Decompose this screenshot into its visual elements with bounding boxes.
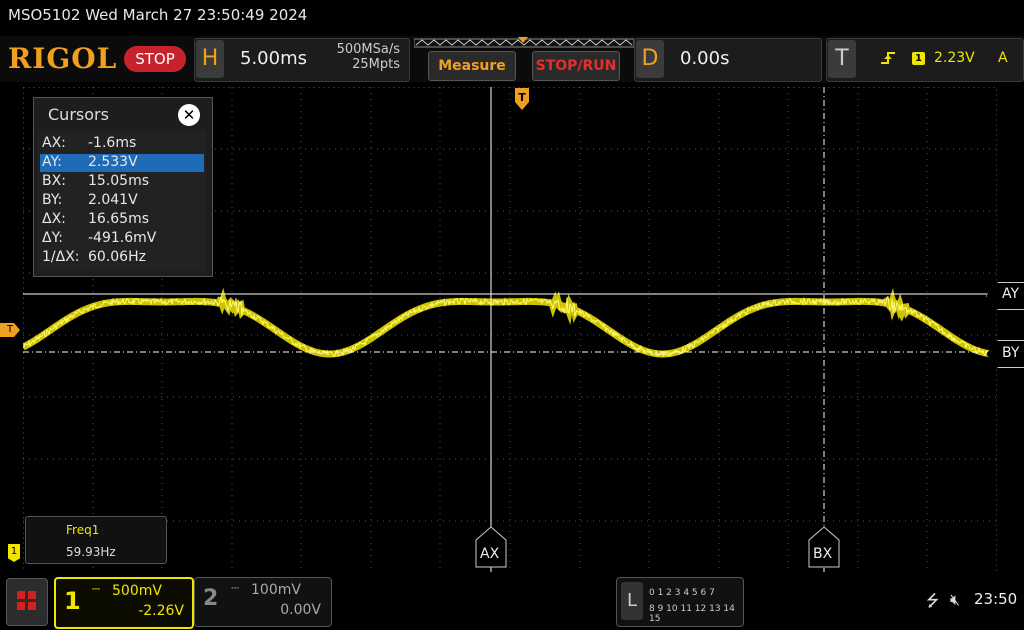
channel1-control[interactable]: 1 ⎓ 500mV -2.26V <box>54 577 194 629</box>
channel1-trace <box>23 287 997 358</box>
menu-grid-icon <box>17 591 36 610</box>
title-bar: MSO5102 Wed March 27 23:50:49 2024 <box>0 0 1024 34</box>
delay-value: 0.00s <box>680 48 730 69</box>
trigger-level-marker[interactable]: T <box>0 323 20 337</box>
cursor-ax-label: AX <box>480 546 500 562</box>
main-menu-button[interactable] <box>6 578 48 626</box>
device-title: MSO5102 Wed March 27 23:50:49 2024 <box>8 6 308 24</box>
logic-channels-low: 0 1 2 3 4 5 6 7 <box>649 588 715 598</box>
cursor-ay-label: AY <box>1002 286 1020 302</box>
delay-letter: D <box>636 40 664 78</box>
memory-depth: 25Mpts <box>352 57 400 72</box>
cursors-panel-header: Cursors ✕ <box>34 98 212 132</box>
speaker-muted-icon[interactable]: 🔇︎ <box>950 590 960 610</box>
horizontal-letter: H <box>196 40 224 78</box>
cursors-panel-title: Cursors <box>48 105 109 124</box>
cursor-by-label: BY <box>1002 345 1020 361</box>
channel1-offset: -2.26V <box>138 603 184 619</box>
rising-edge-icon <box>881 52 895 64</box>
timebase-value: 5.00ms <box>240 48 307 69</box>
channel1-scale: 500mV <box>112 583 162 599</box>
trigger-letter: T <box>828 40 856 78</box>
run-state-badge[interactable]: STOP <box>124 46 186 72</box>
usb-icon: ⭍ <box>926 591 940 610</box>
trigger-position-marker[interactable]: T <box>515 88 529 110</box>
cursor-row-selected[interactable]: AY: 2.533V <box>40 154 204 172</box>
memory-overview-bar <box>414 37 634 48</box>
channel1-number: 1 <box>64 587 81 615</box>
rigol-logo: RIGOL <box>8 42 118 75</box>
status-clock: 23:50 <box>974 590 1018 608</box>
trigger-level: 2.23V <box>934 50 975 66</box>
channel2-offset: 0.00V <box>280 602 321 618</box>
cursor-row: AX: -1.6ms <box>42 135 137 151</box>
cursor-row: BX: 15.05ms <box>42 173 150 189</box>
cursor-row: 1/ΔX: 60.06Hz <box>42 249 146 265</box>
channel2-control[interactable]: 2 ⎓ 100mV 0.00V <box>194 577 332 627</box>
logic-channels-high: 8 9 10 11 12 13 14 15 <box>649 604 735 624</box>
channel2-scale: 100mV <box>251 582 301 598</box>
svg-text:T: T <box>518 91 526 104</box>
logic-analyzer-control[interactable]: L 0 1 2 3 4 5 6 7 8 9 10 11 12 13 14 15 <box>616 577 744 627</box>
trigger-source-badge: 1 <box>912 52 925 65</box>
sample-rate: 500MSa/s <box>336 42 400 57</box>
cursor-bx-label: BX <box>813 546 833 562</box>
measurement-value: 59.93Hz <box>66 545 116 559</box>
trigger-mode: A <box>998 50 1008 66</box>
frequency-measurement[interactable]: Freq1 59.93Hz <box>25 516 167 564</box>
dc-coupling-icon: ⎓ <box>92 584 100 595</box>
logic-letter: L <box>621 582 643 620</box>
channel1-ground-marker[interactable]: 1 <box>8 544 20 562</box>
cursor-row: ΔY: -491.6mV <box>42 230 157 246</box>
cursor-row: ΔX: 16.65ms <box>42 211 150 227</box>
stop-run-button[interactable]: STOP/RUN <box>532 51 620 81</box>
dc-coupling-icon: ⎓ <box>231 583 239 594</box>
measurement-name: Freq1 <box>66 523 100 537</box>
cursors-panel: Cursors ✕ AX: -1.6ms AY: 2.533V BX: 15.05ms… <box>33 97 213 277</box>
cursor-row: BY: 2.041V <box>42 192 138 208</box>
close-icon[interactable]: ✕ <box>178 104 200 126</box>
measure-button[interactable]: Measure <box>428 51 516 81</box>
channel2-number: 2 <box>203 586 219 611</box>
